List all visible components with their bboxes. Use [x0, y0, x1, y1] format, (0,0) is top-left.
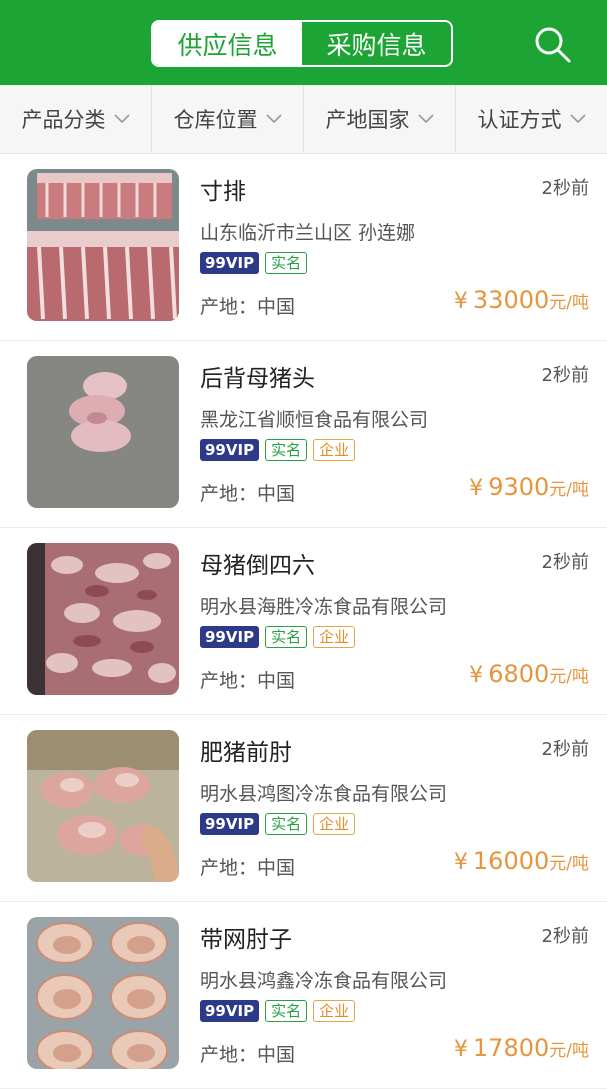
verified-badge: 实名 — [265, 252, 308, 274]
price-amount: 6800 — [488, 660, 550, 688]
post-time: 2秒前 — [541, 178, 589, 199]
filter-bar: 产品分类 仓库位置 产地国家 认证方式 — [0, 85, 607, 154]
origin-label: 产地：中国 — [200, 670, 296, 692]
vip-badge: 99VIP — [200, 439, 260, 461]
price-unit: 元/吨 — [549, 293, 589, 313]
price-unit: 元/吨 — [549, 480, 589, 500]
chevron-down-icon — [113, 114, 130, 124]
price-unit: 元/吨 — [549, 667, 589, 687]
product-image[interactable] — [27, 917, 179, 1069]
origin-label: 产地：中国 — [200, 1044, 296, 1066]
filter-label: 认证方式 — [477, 108, 562, 132]
product-image[interactable] — [27, 169, 179, 321]
filter-certification[interactable]: 认证方式 — [456, 85, 607, 153]
currency-symbol: ¥ — [469, 663, 484, 688]
enterprise-badge: 企业 — [313, 813, 356, 835]
chevron-down-icon — [569, 114, 586, 124]
product-image[interactable] — [27, 730, 179, 882]
currency-symbol: ¥ — [469, 476, 484, 501]
chevron-down-icon — [417, 114, 434, 124]
price-amount: 33000 — [472, 286, 550, 314]
price-amount: 16000 — [472, 847, 550, 875]
list-item[interactable]: 带网肘子 2秒前 明水县鸿鑫冷冻食品有限公司 99VIP 实名 企业 产地：中国… — [0, 902, 607, 1089]
verified-badge: 实名 — [265, 1000, 308, 1022]
listing-list: 寸排 2秒前 山东临沂市兰山区 孙连娜 99VIP 实名 产地：中国 ¥ 330… — [0, 154, 607, 1089]
origin-label: 产地：中国 — [200, 483, 296, 505]
top-bar: 供应信息 采购信息 — [0, 0, 607, 85]
price: ¥ 9300元/吨 — [469, 473, 589, 501]
origin-label: 产地：中国 — [200, 857, 296, 879]
list-item[interactable]: 寸排 2秒前 山东临沂市兰山区 孙连娜 99VIP 实名 产地：中国 ¥ 330… — [0, 154, 607, 341]
product-image[interactable] — [27, 543, 179, 695]
currency-symbol: ¥ — [453, 850, 468, 875]
filter-warehouse[interactable]: 仓库位置 — [152, 85, 304, 153]
filter-label: 产地国家 — [325, 108, 410, 132]
price: ¥ 6800元/吨 — [469, 660, 589, 688]
seller-name: 明水县鸿图冷冻食品有限公司 — [200, 783, 448, 805]
search-icon[interactable] — [532, 24, 572, 64]
verified-badge: 实名 — [265, 439, 308, 461]
list-item[interactable]: 后背母猪头 2秒前 黑龙江省顺恒食品有限公司 99VIP 实名 企业 产地：中国… — [0, 341, 607, 528]
list-item[interactable]: 肥猪前肘 2秒前 明水县鸿图冷冻食品有限公司 99VIP 实名 企业 产地：中国… — [0, 715, 607, 902]
product-image[interactable] — [27, 356, 179, 508]
seller-name: 明水县鸿鑫冷冻食品有限公司 — [200, 970, 448, 992]
seller-name: 明水县海胜冷冻食品有限公司 — [200, 596, 448, 618]
vip-badge: 99VIP — [200, 252, 260, 274]
badge-row: 99VIP 实名 企业 — [200, 626, 356, 648]
seller-name: 山东临沂市兰山区 孙连娜 — [200, 222, 416, 244]
tab-purchase[interactable]: 采购信息 — [302, 22, 451, 65]
product-title: 肥猪前肘 — [200, 740, 292, 766]
vip-badge: 99VIP — [200, 813, 260, 835]
vip-badge: 99VIP — [200, 626, 260, 648]
badge-row: 99VIP 实名 企业 — [200, 1000, 356, 1022]
filter-label: 仓库位置 — [173, 108, 258, 132]
badge-row: 99VIP 实名 企业 — [200, 813, 356, 835]
post-time: 2秒前 — [541, 739, 589, 760]
filter-label: 产品分类 — [21, 108, 106, 132]
enterprise-badge: 企业 — [313, 439, 356, 461]
price-amount: 17800 — [472, 1034, 550, 1062]
price-unit: 元/吨 — [549, 1041, 589, 1061]
chevron-down-icon — [265, 114, 282, 124]
verified-badge: 实名 — [265, 626, 308, 648]
price: ¥ 33000元/吨 — [454, 286, 589, 314]
filter-category[interactable]: 产品分类 — [0, 85, 152, 153]
vip-badge: 99VIP — [200, 1000, 260, 1022]
price: ¥ 17800元/吨 — [454, 1034, 589, 1062]
list-item[interactable]: 母猪倒四六 2秒前 明水县海胜冷冻食品有限公司 99VIP 实名 企业 产地：中… — [0, 528, 607, 715]
price-amount: 9300 — [488, 473, 550, 501]
product-title: 后背母猪头 — [200, 366, 315, 392]
product-title: 寸排 — [200, 179, 246, 205]
post-time: 2秒前 — [541, 365, 589, 386]
info-type-switch: 供应信息 采购信息 — [151, 20, 453, 67]
post-time: 2秒前 — [541, 552, 589, 573]
verified-badge: 实名 — [265, 813, 308, 835]
currency-symbol: ¥ — [453, 1037, 468, 1062]
currency-symbol: ¥ — [453, 289, 468, 314]
product-title: 母猪倒四六 — [200, 553, 315, 579]
origin-label: 产地：中国 — [200, 296, 296, 318]
badge-row: 99VIP 实名 — [200, 252, 308, 274]
price: ¥ 16000元/吨 — [454, 847, 589, 875]
post-time: 2秒前 — [541, 926, 589, 947]
filter-country[interactable]: 产地国家 — [304, 85, 456, 153]
product-title: 带网肘子 — [200, 927, 292, 953]
tab-supply[interactable]: 供应信息 — [153, 22, 302, 65]
enterprise-badge: 企业 — [313, 1000, 356, 1022]
seller-name: 黑龙江省顺恒食品有限公司 — [200, 409, 429, 431]
enterprise-badge: 企业 — [313, 626, 356, 648]
badge-row: 99VIP 实名 企业 — [200, 439, 356, 461]
price-unit: 元/吨 — [549, 854, 589, 874]
